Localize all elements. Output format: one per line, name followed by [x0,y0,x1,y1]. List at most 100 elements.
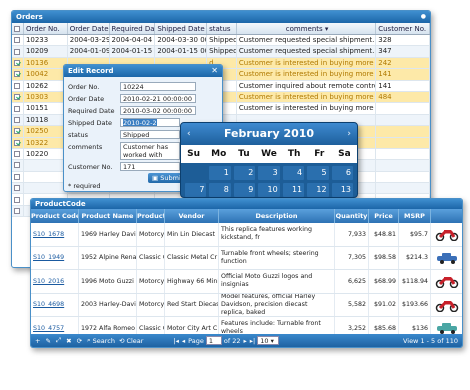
prev-page-icon[interactable]: ◂ [182,337,185,345]
per-page-select[interactable]: 10 ▾ [257,336,280,345]
cell-st: Shipped [209,35,237,46]
calendar-day[interactable]: 9 [233,183,256,197]
row-checkbox[interactable] [12,103,24,114]
col-order-date[interactable]: Order Date [68,23,110,34]
comments-textarea[interactable]: Customer has worked with some [120,142,180,160]
calendar-day[interactable]: 13 [331,183,353,197]
col-required-date[interactable]: Required Date [110,23,156,34]
close-icon[interactable]: ● [421,11,426,23]
col-product-line[interactable]: Product [137,209,165,223]
calendar-day[interactable]: 10 [258,183,280,197]
row-checkbox[interactable] [12,80,24,91]
row-checkbox[interactable] [12,46,24,57]
table-row[interactable]: S10_19491952 Alpine RenaultClassic CaCla… [31,246,462,270]
cell-cm: Customer requested special shipment. The [238,35,377,46]
row-checkbox[interactable] [12,148,24,160]
row-checkbox[interactable] [12,205,24,217]
col-status[interactable]: status [207,23,237,34]
cell-cu [376,126,430,137]
cell-rd: 2004-04-04 00:00 [110,35,156,46]
close-icon[interactable]: ✕ [211,65,218,77]
view-icon[interactable]: ⤢ [56,336,61,345]
required-date-field[interactable]: 2010-03-02 00:00:00 [120,106,196,115]
customer-no-field[interactable]: 171 [120,162,180,171]
col-comments[interactable]: comments ▾ [237,23,377,34]
row-checkbox[interactable] [12,91,24,103]
col-msrp[interactable]: MSRP [399,209,431,223]
calendar-day[interactable]: 6 [331,166,353,180]
shipped-date-field[interactable]: 2010-02-2 [120,118,180,127]
calendar-day [185,166,206,180]
add-icon[interactable]: + [35,337,40,345]
row-checkbox[interactable] [12,160,24,171]
delete-icon[interactable]: ✖ [66,337,71,345]
search-button[interactable]: Search [93,337,115,345]
col-vendor[interactable]: Vendor [165,209,219,223]
cell-msrp: $193.66 [399,293,431,316]
cell-vendor: Highway 66 Mini [165,270,219,293]
row-checkbox[interactable] [12,126,24,137]
calendar-day[interactable]: 7 [185,183,207,197]
calendar-day[interactable]: 12 [307,183,329,197]
select-all-checkbox[interactable] [12,23,24,34]
label-required-date: Required Date [68,107,115,115]
next-month-icon[interactable]: › [347,123,351,145]
calendar-day[interactable]: 8 [209,183,231,197]
col-order-no[interactable]: Order No. [24,23,68,34]
calendar-day[interactable]: 2 [233,166,256,180]
col-shipped-date[interactable]: Shipped Date [155,23,208,34]
table-row[interactable]: S10_46982003 Harley-DavidsonMotorcycleRe… [31,293,462,317]
table-row[interactable]: 102092004-01-09 00:002004-01-15 00:00200… [12,46,430,58]
submit-button[interactable]: ▣ Submit [148,173,184,183]
next-page-icon[interactable]: ▸ [244,337,247,345]
table-row[interactable]: S10_16781969 Harley DavidsonMotorcycleMi… [31,223,462,247]
calendar-day[interactable]: 4 [282,166,305,180]
order-date-field[interactable]: 2010-02-21 00:00:00 [120,94,196,103]
col-customer-no[interactable]: Customer No. [376,23,430,34]
order-no-field[interactable]: 10224 [120,82,196,91]
row-checkbox[interactable] [12,114,24,126]
clear-button[interactable]: Clear [126,337,143,345]
first-page-icon[interactable]: |◂ [173,337,178,345]
row-checkbox[interactable] [12,183,24,194]
row-checkbox[interactable] [12,194,24,205]
row-checkbox[interactable] [12,171,24,183]
status-select[interactable]: Shipped [120,130,180,139]
col-description[interactable]: Description [219,209,335,223]
row-checkbox[interactable] [12,137,24,148]
cell-line: Motorcycle [137,223,165,246]
calendar-day[interactable]: 1 [209,166,231,180]
weekday-label: Su [187,149,201,159]
cell-code[interactable]: S10_1678 [31,223,79,246]
col-product-code[interactable]: Product Code [31,209,79,223]
motorcycle-thumbnail [431,270,462,293]
prev-month-icon[interactable]: ‹ [187,123,191,145]
col-product-name[interactable]: Product Name [79,209,137,223]
row-checkbox[interactable] [12,35,24,46]
calendar-day[interactable]: 5 [307,166,329,180]
cell-cu [376,148,430,160]
col-quantity[interactable]: Quantity [335,209,369,223]
cell-cm: Customer inquired about remote controlle… [238,80,377,91]
table-row[interactable]: S10_20161996 Moto Guzzi 11MotorcycleHigh… [31,270,462,294]
calendar-day[interactable]: 11 [282,183,305,197]
label-order-date: Order Date [68,95,105,103]
table-row[interactable]: 102332004-03-29 00:002004-04-04 00:00200… [12,35,430,47]
row-checkbox[interactable] [12,69,24,80]
clear-icon: ⟲ [119,336,125,345]
calendar-day[interactable]: 3 [258,166,280,180]
col-price[interactable]: Price [369,209,399,223]
row-checkbox[interactable] [12,57,24,69]
cell-desc: This replica features working kickstand,… [219,223,335,246]
cell-code[interactable]: S10_1949 [31,246,79,269]
cell-code[interactable]: S10_4698 [31,293,79,316]
last-page-icon[interactable]: ▸| [250,337,255,345]
page-label: Page [188,336,204,345]
edit-icon[interactable]: ✎ [45,337,50,345]
page-input[interactable]: 1 [205,336,222,345]
cell-cu [376,171,430,183]
refresh-icon[interactable]: ⟳ [77,337,82,345]
cell-cu [376,183,430,194]
cell-msrp: $95.7 [399,223,431,246]
cell-code[interactable]: S10_2016 [31,270,79,293]
